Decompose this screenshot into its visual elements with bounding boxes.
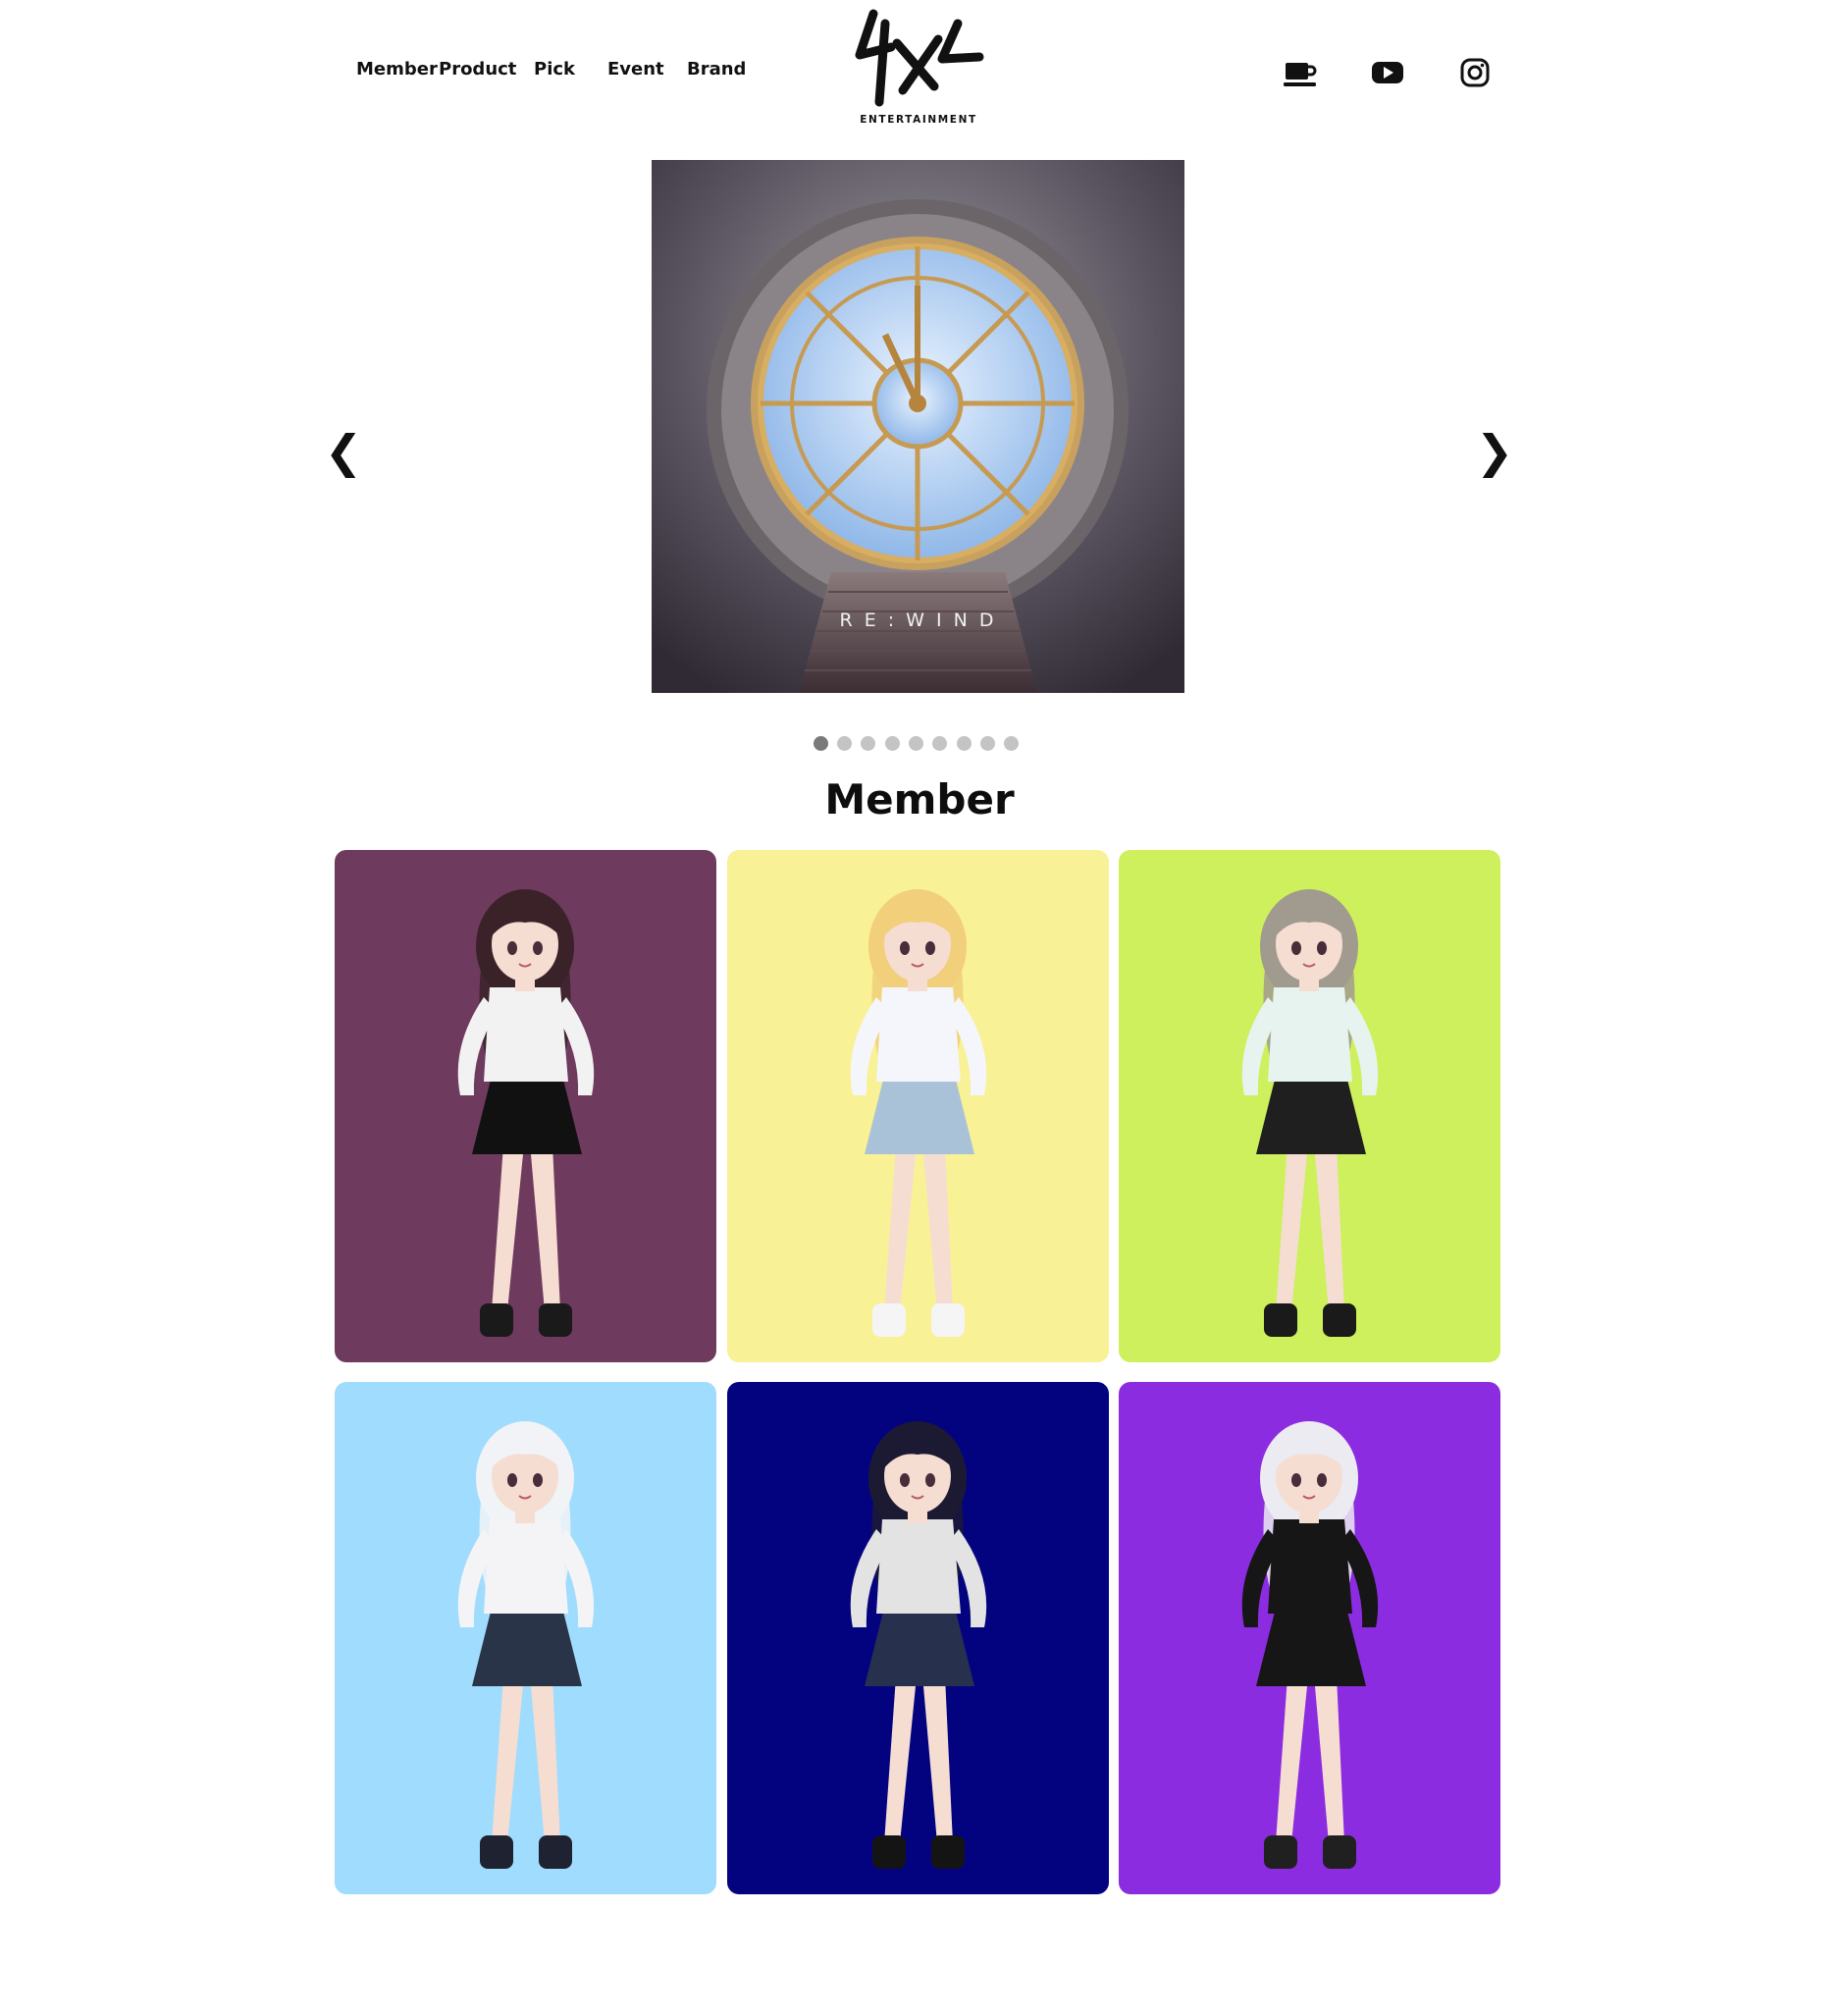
member-illustration xyxy=(335,850,716,1362)
nav-pick[interactable]: Pick xyxy=(534,59,575,80)
carousel-dot-8[interactable] xyxy=(980,736,995,751)
member-illustration xyxy=(727,1382,1109,1894)
nav-member[interactable]: Member xyxy=(356,59,438,80)
brand-logo[interactable]: ENTERTAINMENT xyxy=(852,8,985,130)
carousel-dot-1[interactable] xyxy=(814,736,828,751)
slide-caption: R E : W I N D xyxy=(839,610,997,631)
member-card-3[interactable] xyxy=(1119,850,1500,1362)
nav-event[interactable]: Event xyxy=(607,59,664,80)
carousel-dot-9[interactable] xyxy=(1004,736,1019,751)
carousel-dot-2[interactable] xyxy=(837,736,852,751)
youtube-icon xyxy=(1372,62,1403,83)
member-card-5[interactable] xyxy=(727,1382,1109,1894)
carousel-dot-7[interactable] xyxy=(957,736,972,751)
member-illustration xyxy=(1119,1382,1500,1894)
logo-mark xyxy=(855,9,984,107)
member-card-1[interactable] xyxy=(335,850,716,1362)
nav-product[interactable]: Product xyxy=(439,59,516,80)
member-illustration xyxy=(727,850,1109,1362)
carousel-dot-3[interactable] xyxy=(861,736,875,751)
carousel-dot-5[interactable] xyxy=(909,736,923,751)
coffee-link[interactable] xyxy=(1283,55,1318,90)
carousel-dot-4[interactable] xyxy=(885,736,900,751)
carousel-slide[interactable]: R E : W I N D xyxy=(652,160,1184,693)
nav-brand[interactable]: Brand xyxy=(687,59,746,80)
instagram-link[interactable] xyxy=(1457,55,1493,90)
member-illustration xyxy=(1119,850,1500,1362)
member-card-6[interactable] xyxy=(1119,1382,1500,1894)
member-card-4[interactable] xyxy=(335,1382,716,1894)
member-card-2[interactable] xyxy=(727,850,1109,1362)
member-illustration xyxy=(335,1382,716,1894)
carousel-dot-6[interactable] xyxy=(932,736,947,751)
youtube-link[interactable] xyxy=(1370,55,1405,90)
logo-text: ENTERTAINMENT xyxy=(860,114,977,126)
instagram-icon xyxy=(1460,58,1490,87)
coffee-icon xyxy=(1284,63,1317,86)
member-section-title: Member xyxy=(824,775,1015,823)
carousel-prev-button[interactable]: ❮ xyxy=(324,422,363,481)
carousel-next-button[interactable]: ❯ xyxy=(1475,422,1514,481)
